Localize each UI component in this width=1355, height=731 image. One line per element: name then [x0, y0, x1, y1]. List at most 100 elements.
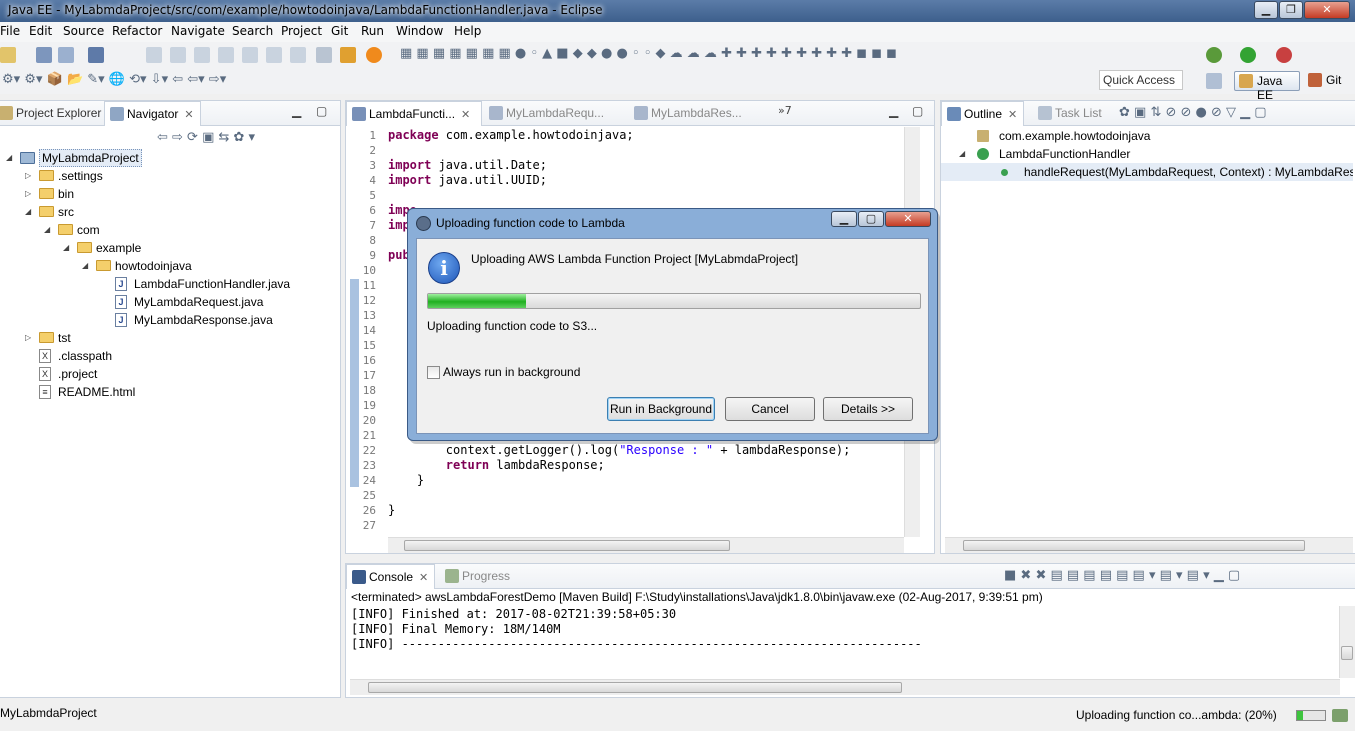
tree-item[interactable]: J MyLambdaResponse.java [0, 311, 338, 329]
toolbar-row2-icon[interactable]: ⚙▾ ⚙▾ 📦 📂 ✎▾ 🌐 ⟲▾ ⇩▾ ⇦ ⇦▾ ⇨▾ [2, 72, 226, 88]
tree-item[interactable]: J MyLambdaRequest.java [0, 293, 338, 311]
terminate-icon[interactable] [194, 47, 210, 63]
debug-icon[interactable] [1206, 47, 1222, 63]
tree-item[interactable]: ≡ README.html [0, 383, 338, 401]
tab-outline[interactable]: Outline ✕ [941, 101, 1025, 126]
close-outline-tab-icon[interactable]: ✕ [1008, 109, 1017, 121]
dialog-close-button[interactable]: ✕ [885, 211, 931, 227]
toolbar-tools-icon[interactable]: ▦ ▦ ▦ ▦ ▦ ▦ ▦ ● ◦ ▲ ■ ◆ ◆ ● ● ◦ ◦ ◆ ☁ ☁ … [400, 46, 897, 62]
status-progress-bar[interactable] [1296, 710, 1326, 721]
tree-item[interactable]: ◢ MyLabmdaProject [0, 149, 338, 167]
minimize-button[interactable]: ▁ [1254, 1, 1278, 19]
console-horizontal-scrollbar[interactable] [350, 679, 1340, 695]
collapse-icon[interactable]: ◢ [25, 203, 35, 221]
maximize-view-icon[interactable]: ▢ [316, 104, 327, 118]
console-toolbar-icon[interactable]: ■ ✖ ✖ ▤ ▤ ▤ ▤ ▤ ▤ ▾ ▤ ▾ ▤ ▾ ▁ ▢ [1004, 568, 1240, 584]
navigator-toolbar-icon[interactable]: ⇦ ⇨ ⟳ ▣ ⇆ ✿ ▾ [157, 130, 255, 146]
close-editor-tab-icon[interactable]: ✕ [461, 109, 470, 121]
menu-window[interactable]: Window [396, 24, 443, 38]
external-tools-icon[interactable] [1276, 47, 1292, 63]
menu-git[interactable]: Git [331, 24, 348, 38]
expand-icon[interactable]: ▷ [25, 185, 35, 203]
close-button[interactable]: ✕ [1304, 1, 1350, 19]
collapse-icon[interactable]: ◢ [44, 221, 54, 239]
save-all-icon[interactable] [58, 47, 74, 63]
tree-item[interactable]: ◢ src [0, 203, 338, 221]
tab-task-list[interactable]: Task List [1033, 101, 1108, 126]
menu-search[interactable]: Search [232, 24, 273, 38]
tree-item[interactable]: ◢ howtodoinjava [0, 257, 338, 275]
menu-file[interactable]: File [0, 24, 20, 38]
resume-icon[interactable] [146, 47, 162, 63]
new-icon[interactable] [0, 47, 16, 63]
expand-icon[interactable]: ▷ [25, 329, 35, 347]
cancel-button[interactable]: Cancel [725, 397, 815, 421]
suspend-icon[interactable] [170, 47, 186, 63]
tab-progress[interactable]: Progress [440, 564, 516, 589]
tree-item[interactable]: J LambdaFunctionHandler.java [0, 275, 338, 293]
tree-item[interactable]: X .project [0, 365, 338, 383]
outline-hscroll-thumb[interactable] [963, 540, 1305, 551]
quick-access-input[interactable]: Quick Access [1099, 70, 1183, 90]
tab-editor-lambdafunctionhandler[interactable]: LambdaFuncti... ✕ [346, 101, 482, 126]
tree-item[interactable]: ◢ com [0, 221, 338, 239]
menu-help[interactable]: Help [454, 24, 481, 38]
maximize-button[interactable]: ❐ [1279, 1, 1303, 19]
tree-item[interactable]: ◢ example [0, 239, 338, 257]
perspective-java-ee[interactable]: Java EE [1234, 71, 1300, 102]
build-icon[interactable] [340, 47, 356, 63]
tree-item[interactable]: X .classpath [0, 347, 338, 365]
step-over-icon[interactable] [266, 47, 282, 63]
tree-item[interactable]: ▷ .settings [0, 167, 338, 185]
collapse-icon[interactable]: ◢ [82, 257, 92, 275]
menu-run[interactable]: Run [361, 24, 384, 38]
close-tab-icon[interactable]: ✕ [184, 109, 193, 121]
outline-item[interactable]: handleRequest(MyLambdaRequest, Context) … [941, 163, 1353, 181]
console-hscroll-thumb[interactable] [368, 682, 902, 693]
dialog-maximize-button[interactable]: ▢ [858, 211, 884, 227]
tab-editor-mylambdarequest[interactable]: MyLambdaRequ... [484, 101, 610, 126]
tree-item[interactable]: ▷ bin [0, 185, 338, 203]
tree-item[interactable]: ▷ tst [0, 329, 338, 347]
console-vscroll-thumb[interactable] [1341, 646, 1353, 660]
expand-icon[interactable]: ▷ [25, 167, 35, 185]
minimize-editor-icon[interactable]: ▁ [889, 104, 898, 118]
editor-horizontal-scrollbar[interactable] [388, 537, 904, 553]
step-into-icon[interactable] [242, 47, 258, 63]
open-perspective-icon[interactable] [1206, 73, 1222, 89]
tab-project-explorer[interactable]: Project Explorer [0, 101, 107, 126]
close-console-tab-icon[interactable]: ✕ [419, 572, 428, 584]
disconnect-icon[interactable] [218, 47, 234, 63]
maximize-editor-icon[interactable]: ▢ [912, 104, 923, 118]
menu-project[interactable]: Project [281, 24, 322, 38]
collapse-icon[interactable]: ◢ [959, 145, 969, 163]
editor-tab-overflow[interactable]: »7 [778, 104, 792, 117]
outline-item[interactable]: ◢ LambdaFunctionHandler [941, 145, 1353, 163]
always-run-label[interactable]: Always run in background [443, 365, 580, 379]
perspective-git[interactable]: Git [1304, 71, 1352, 91]
menu-navigate[interactable]: Navigate [171, 24, 225, 38]
menu-source[interactable]: Source [63, 24, 104, 38]
tab-console[interactable]: Console ✕ [346, 564, 436, 589]
step-return-icon[interactable] [290, 47, 306, 63]
tab-navigator[interactable]: Navigator ✕ [104, 101, 201, 126]
always-run-checkbox[interactable] [427, 366, 440, 379]
outline-item[interactable]: com.example.howtodoinjava [941, 127, 1353, 145]
outline-toolbar-icon[interactable]: ✿ ▣ ⇅ ⊘ ⊘ ● ⊘ ▽ ▁ ▢ [1119, 105, 1267, 121]
save-icon[interactable] [36, 47, 52, 63]
drop-frame-icon[interactable] [316, 47, 332, 63]
editor-hscroll-thumb[interactable] [404, 540, 730, 551]
print-icon[interactable] [88, 47, 104, 63]
status-progress-text[interactable]: Uploading function co...ambda: (20%) [1076, 708, 1277, 722]
aws-icon[interactable] [366, 47, 382, 63]
dialog-minimize-button[interactable]: ▁ [831, 211, 857, 227]
run-icon[interactable] [1240, 47, 1256, 63]
minimize-view-icon[interactable]: ▁ [292, 104, 301, 118]
outline-horizontal-scrollbar[interactable] [945, 537, 1353, 553]
tab-editor-mylambdaresponse[interactable]: MyLambdaRes... [629, 101, 748, 126]
details-button[interactable]: Details >> [823, 397, 913, 421]
progress-view-icon[interactable] [1332, 709, 1348, 722]
run-in-background-button[interactable]: Run in Background [607, 397, 715, 421]
menu-refactor[interactable]: Refactor [112, 24, 162, 38]
collapse-icon[interactable]: ◢ [6, 149, 16, 167]
